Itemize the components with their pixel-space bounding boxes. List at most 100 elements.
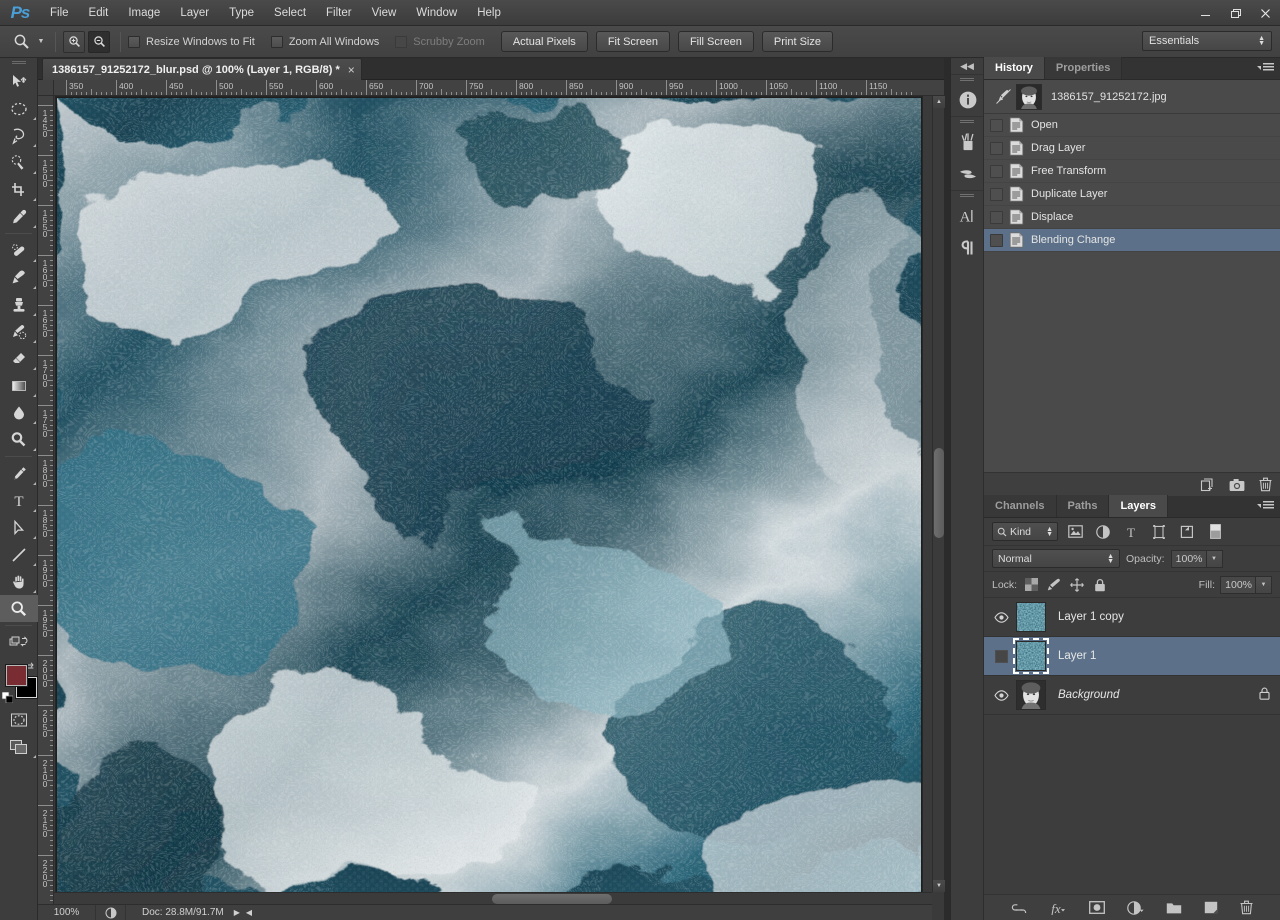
opacity-input[interactable]: 100% xyxy=(1171,550,1207,568)
menu-select[interactable]: Select xyxy=(264,0,316,26)
fill-screen-button[interactable]: Fill Screen xyxy=(678,31,754,52)
image-viewport[interactable] xyxy=(54,96,932,892)
filter-toggle-icon[interactable] xyxy=(1204,522,1226,542)
history-panel-menu-icon[interactable] xyxy=(1257,63,1274,72)
fill-chevron-down-icon[interactable]: ▼ xyxy=(1256,576,1272,594)
elliptical-marquee-tool[interactable] xyxy=(0,95,38,122)
lock-all-icon[interactable] xyxy=(1091,576,1109,594)
history-state-snapshot-checkbox[interactable] xyxy=(990,234,1003,247)
vertical-scrollbar[interactable]: ▲ ▼ xyxy=(932,96,944,892)
hand-tool[interactable] xyxy=(0,568,38,595)
status-play-icon[interactable]: ▶ xyxy=(234,908,240,917)
layer-row[interactable]: Layer 1 xyxy=(984,637,1280,676)
horizontal-scroll-thumb[interactable] xyxy=(492,894,612,904)
scroll-up-arrow-icon[interactable]: ▲ xyxy=(933,96,945,108)
history-state-snapshot-checkbox[interactable] xyxy=(990,211,1003,224)
layer-name[interactable]: Layer 1 copy xyxy=(1058,611,1124,623)
filter-adjustment-layers-icon[interactable] xyxy=(1092,522,1114,542)
lock-transparent-pixels-icon[interactable] xyxy=(1022,576,1040,594)
layer-visibility-toggle[interactable] xyxy=(988,612,1014,623)
layer-visibility-toggle[interactable] xyxy=(988,650,1014,663)
tool-preset-chevron-down-icon[interactable]: ▼ xyxy=(34,38,48,45)
zoom-all-windows-checkbox[interactable]: Zoom All Windows xyxy=(271,36,379,48)
edit-toolbar-button[interactable] xyxy=(0,629,38,656)
tab-layers[interactable]: Layers xyxy=(1109,495,1167,517)
rail-grip[interactable] xyxy=(951,75,983,84)
zoom-tool-icon[interactable] xyxy=(8,31,34,53)
tab-channels[interactable]: Channels xyxy=(984,495,1057,517)
spot-healing-brush-tool[interactable] xyxy=(0,237,38,264)
vertical-ruler[interactable]: 1450150015501600165017001750180018501900… xyxy=(38,96,54,920)
filter-shape-layers-icon[interactable] xyxy=(1148,522,1170,542)
new-document-from-state-icon[interactable] xyxy=(1200,477,1215,492)
menu-layer[interactable]: Layer xyxy=(170,0,219,26)
eraser-tool[interactable] xyxy=(0,345,38,372)
blend-mode-select[interactable]: Normal ▲▼ xyxy=(992,549,1120,568)
default-colors-icon[interactable] xyxy=(2,692,13,706)
actual-pixels-button[interactable]: Actual Pixels xyxy=(501,31,588,52)
history-state-snapshot-checkbox[interactable] xyxy=(990,119,1003,132)
lasso-tool[interactable] xyxy=(0,122,38,149)
opacity-chevron-down-icon[interactable]: ▼ xyxy=(1207,550,1223,568)
layer-style-fx-icon[interactable]: fx xyxy=(1049,901,1067,915)
layer-filter-kind-select[interactable]: Kind ▲▼ xyxy=(992,522,1058,541)
lock-position-icon[interactable] xyxy=(1068,576,1086,594)
toolbar-grip[interactable] xyxy=(0,58,37,68)
tab-properties[interactable]: Properties xyxy=(1045,57,1122,79)
history-state-snapshot-checkbox[interactable] xyxy=(990,165,1003,178)
foreground-color-swatch[interactable] xyxy=(5,664,28,687)
vertical-scroll-thumb[interactable] xyxy=(934,448,944,538)
layer-visibility-toggle[interactable] xyxy=(988,690,1014,701)
layer-thumbnail[interactable] xyxy=(1016,602,1046,632)
move-tool[interactable] xyxy=(0,68,38,95)
tool-presets-panel-icon[interactable] xyxy=(951,158,985,190)
filter-pixel-layers-icon[interactable] xyxy=(1064,522,1086,542)
tab-paths[interactable]: Paths xyxy=(1057,495,1110,517)
new-layer-icon[interactable] xyxy=(1204,901,1218,914)
menu-window[interactable]: Window xyxy=(406,0,467,26)
menu-filter[interactable]: Filter xyxy=(316,0,362,26)
horizontal-scrollbar[interactable] xyxy=(54,892,932,904)
status-prev-icon[interactable]: ◀ xyxy=(246,908,252,917)
zoom-in-button[interactable] xyxy=(63,31,85,53)
layer-row[interactable]: Layer 1 copy xyxy=(984,598,1280,637)
menu-file[interactable]: File xyxy=(40,0,79,26)
menu-help[interactable]: Help xyxy=(467,0,511,26)
new-snapshot-icon[interactable] xyxy=(1229,478,1245,492)
history-state-row[interactable]: Free Transform xyxy=(984,160,1280,183)
tab-history[interactable]: History xyxy=(984,57,1045,79)
close-icon[interactable]: × xyxy=(348,63,355,77)
filter-smart-objects-icon[interactable] xyxy=(1176,522,1198,542)
eyedropper-tool[interactable] xyxy=(0,203,38,230)
zoom-out-button[interactable] xyxy=(88,31,110,53)
lock-image-pixels-icon[interactable] xyxy=(1045,576,1063,594)
status-arrows[interactable]: ▶ ◀ xyxy=(234,908,252,917)
menu-edit[interactable]: Edit xyxy=(79,0,119,26)
minimize-button[interactable] xyxy=(1190,0,1220,26)
layer-name[interactable]: Layer 1 xyxy=(1058,650,1096,662)
layers-panel-menu-icon[interactable] xyxy=(1257,501,1274,510)
menu-image[interactable]: Image xyxy=(118,0,170,26)
zoom-level-field[interactable]: 100% xyxy=(38,905,96,920)
gradient-tool[interactable] xyxy=(0,372,38,399)
delete-state-icon[interactable] xyxy=(1259,477,1272,492)
character-panel-icon[interactable]: A xyxy=(951,200,985,232)
filter-type-layers-icon[interactable]: T xyxy=(1120,522,1142,542)
resize-windows-to-fit-checkbox[interactable]: Resize Windows to Fit xyxy=(128,36,255,48)
add-layer-mask-icon[interactable] xyxy=(1089,901,1105,914)
new-group-icon[interactable] xyxy=(1166,901,1182,914)
workspace-selector[interactable]: Essentials ▲▼ xyxy=(1142,31,1272,51)
history-state-snapshot-checkbox[interactable] xyxy=(990,188,1003,201)
scroll-down-arrow-icon[interactable]: ▼ xyxy=(933,880,945,892)
path-selection-tool[interactable] xyxy=(0,514,38,541)
layer-thumbnail[interactable] xyxy=(1016,680,1046,710)
blur-tool[interactable] xyxy=(0,399,38,426)
delete-layer-icon[interactable] xyxy=(1240,900,1253,915)
dodge-tool[interactable] xyxy=(0,426,38,453)
horizontal-ruler[interactable]: 3504004505005506006507007508008509009501… xyxy=(54,80,944,96)
fill-input[interactable]: 100% xyxy=(1220,576,1256,594)
layer-thumbnail[interactable] xyxy=(1016,641,1046,671)
quick-mask-mode-button[interactable] xyxy=(0,706,38,733)
print-size-button[interactable]: Print Size xyxy=(762,31,833,52)
new-adjustment-layer-icon[interactable] xyxy=(1127,901,1144,915)
